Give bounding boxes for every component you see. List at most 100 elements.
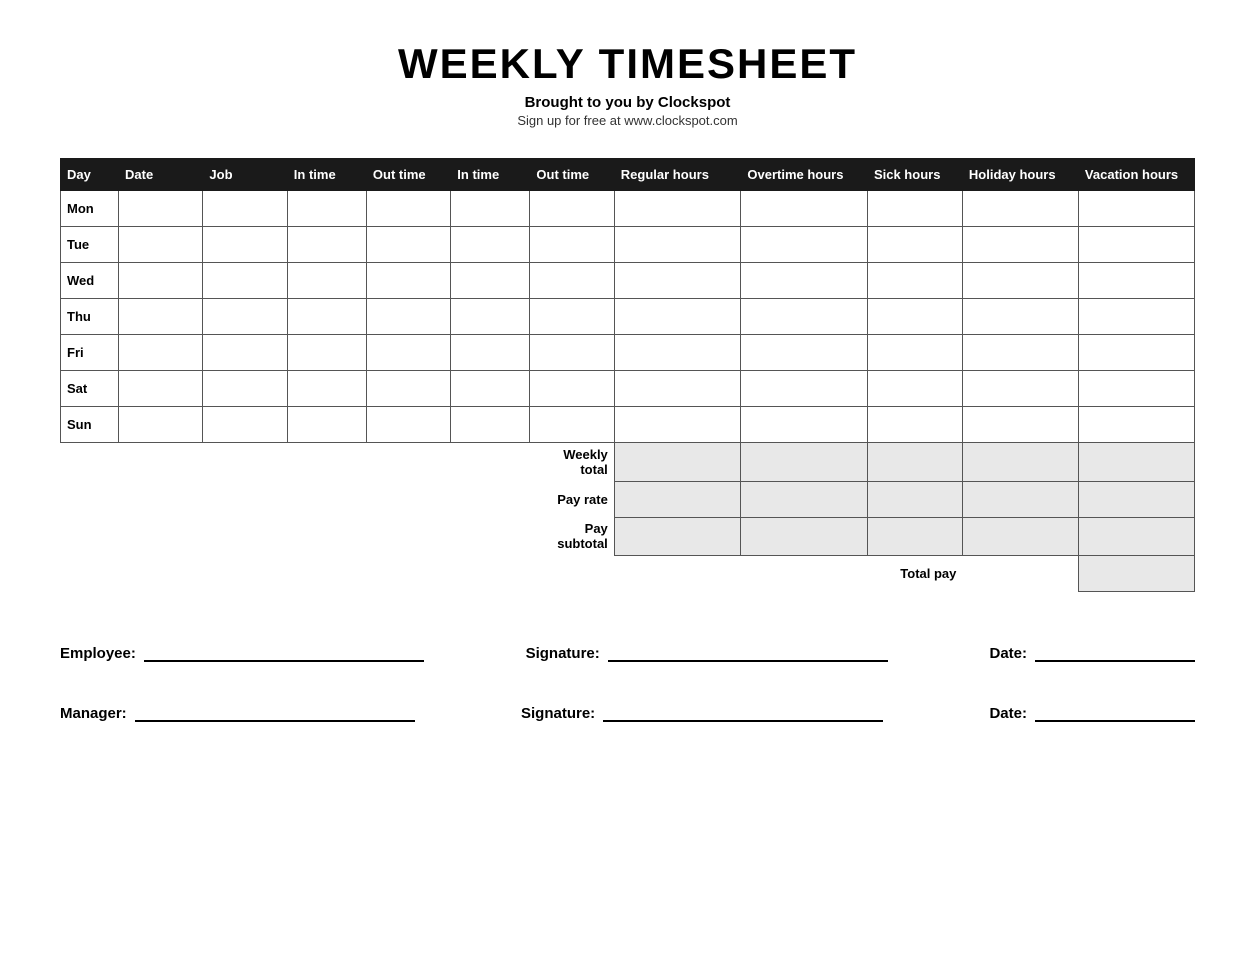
- weekly-sick-cell[interactable]: [867, 517, 962, 555]
- data-cell[interactable]: [287, 263, 366, 299]
- data-cell[interactable]: [530, 263, 614, 299]
- data-cell[interactable]: [962, 335, 1078, 371]
- data-cell[interactable]: [1078, 335, 1194, 371]
- data-cell[interactable]: [119, 335, 203, 371]
- data-cell[interactable]: [287, 227, 366, 263]
- data-cell[interactable]: [203, 335, 287, 371]
- data-cell[interactable]: [614, 371, 741, 407]
- manager-date-line[interactable]: [1035, 702, 1195, 722]
- employee-date-line[interactable]: [1035, 642, 1195, 662]
- data-cell[interactable]: [530, 227, 614, 263]
- data-cell[interactable]: [962, 371, 1078, 407]
- data-cell[interactable]: [867, 335, 962, 371]
- weekly-regular-cell[interactable]: [614, 443, 741, 482]
- data-cell[interactable]: [867, 263, 962, 299]
- data-cell[interactable]: [741, 299, 868, 335]
- data-cell[interactable]: [366, 263, 450, 299]
- data-cell[interactable]: [962, 191, 1078, 227]
- data-cell[interactable]: [614, 263, 741, 299]
- data-cell[interactable]: [366, 407, 450, 443]
- weekly-sick-cell[interactable]: [867, 481, 962, 517]
- data-cell[interactable]: [203, 263, 287, 299]
- data-cell[interactable]: [203, 371, 287, 407]
- data-cell[interactable]: [962, 407, 1078, 443]
- data-cell[interactable]: [867, 407, 962, 443]
- weekly-vacation-cell[interactable]: [1078, 443, 1194, 482]
- data-cell[interactable]: [203, 227, 287, 263]
- data-cell[interactable]: [867, 371, 962, 407]
- data-cell[interactable]: [203, 299, 287, 335]
- data-cell[interactable]: [741, 227, 868, 263]
- data-cell[interactable]: [1078, 371, 1194, 407]
- data-cell[interactable]: [366, 299, 450, 335]
- data-cell[interactable]: [741, 263, 868, 299]
- data-cell[interactable]: [119, 191, 203, 227]
- weekly-vacation-cell[interactable]: [1078, 481, 1194, 517]
- data-cell[interactable]: [1078, 263, 1194, 299]
- data-cell[interactable]: [119, 299, 203, 335]
- data-cell[interactable]: [741, 407, 868, 443]
- data-cell[interactable]: [614, 299, 741, 335]
- data-cell[interactable]: [366, 227, 450, 263]
- weekly-vacation-cell[interactable]: [1078, 517, 1194, 555]
- data-cell[interactable]: [867, 299, 962, 335]
- data-cell[interactable]: [287, 371, 366, 407]
- manager-signature-line[interactable]: [603, 702, 883, 722]
- data-cell[interactable]: [614, 335, 741, 371]
- data-cell[interactable]: [287, 407, 366, 443]
- weekly-sick-cell[interactable]: [867, 443, 962, 482]
- data-cell[interactable]: [366, 371, 450, 407]
- data-cell[interactable]: [451, 407, 530, 443]
- data-cell[interactable]: [962, 263, 1078, 299]
- data-cell[interactable]: [366, 335, 450, 371]
- employee-signature-line[interactable]: [608, 642, 888, 662]
- empty-cell: [203, 517, 287, 555]
- data-cell[interactable]: [119, 407, 203, 443]
- data-cell[interactable]: [451, 299, 530, 335]
- weekly-regular-cell[interactable]: [614, 481, 741, 517]
- data-cell[interactable]: [530, 371, 614, 407]
- weekly-overtime-cell[interactable]: [741, 443, 868, 482]
- weekly-holiday-cell[interactable]: [962, 481, 1078, 517]
- data-cell[interactable]: [1078, 299, 1194, 335]
- weekly-overtime-cell[interactable]: [741, 517, 868, 555]
- data-cell[interactable]: [119, 371, 203, 407]
- data-cell[interactable]: [287, 299, 366, 335]
- weekly-holiday-cell[interactable]: [962, 443, 1078, 482]
- weekly-overtime-cell[interactable]: [741, 481, 868, 517]
- data-cell[interactable]: [287, 335, 366, 371]
- data-cell[interactable]: [287, 191, 366, 227]
- weekly-holiday-cell[interactable]: [962, 517, 1078, 555]
- data-cell[interactable]: [366, 191, 450, 227]
- data-cell[interactable]: [741, 371, 868, 407]
- data-cell[interactable]: [530, 299, 614, 335]
- data-cell[interactable]: [962, 299, 1078, 335]
- data-cell[interactable]: [451, 371, 530, 407]
- data-cell[interactable]: [203, 191, 287, 227]
- data-cell[interactable]: [451, 227, 530, 263]
- data-cell[interactable]: [741, 191, 868, 227]
- data-cell[interactable]: [962, 227, 1078, 263]
- data-cell[interactable]: [741, 335, 868, 371]
- data-cell[interactable]: [614, 227, 741, 263]
- data-cell[interactable]: [530, 335, 614, 371]
- data-cell[interactable]: [1078, 407, 1194, 443]
- data-cell[interactable]: [203, 407, 287, 443]
- data-cell[interactable]: [867, 191, 962, 227]
- data-cell[interactable]: [614, 191, 741, 227]
- weekly-regular-cell[interactable]: [614, 517, 741, 555]
- total-pay-cell[interactable]: [1078, 555, 1194, 591]
- data-cell[interactable]: [451, 335, 530, 371]
- data-cell[interactable]: [530, 191, 614, 227]
- data-cell[interactable]: [451, 191, 530, 227]
- data-cell[interactable]: [1078, 227, 1194, 263]
- manager-line[interactable]: [135, 702, 415, 722]
- data-cell[interactable]: [119, 227, 203, 263]
- data-cell[interactable]: [530, 407, 614, 443]
- data-cell[interactable]: [119, 263, 203, 299]
- data-cell[interactable]: [867, 227, 962, 263]
- employee-line[interactable]: [144, 642, 424, 662]
- data-cell[interactable]: [451, 263, 530, 299]
- data-cell[interactable]: [614, 407, 741, 443]
- data-cell[interactable]: [1078, 191, 1194, 227]
